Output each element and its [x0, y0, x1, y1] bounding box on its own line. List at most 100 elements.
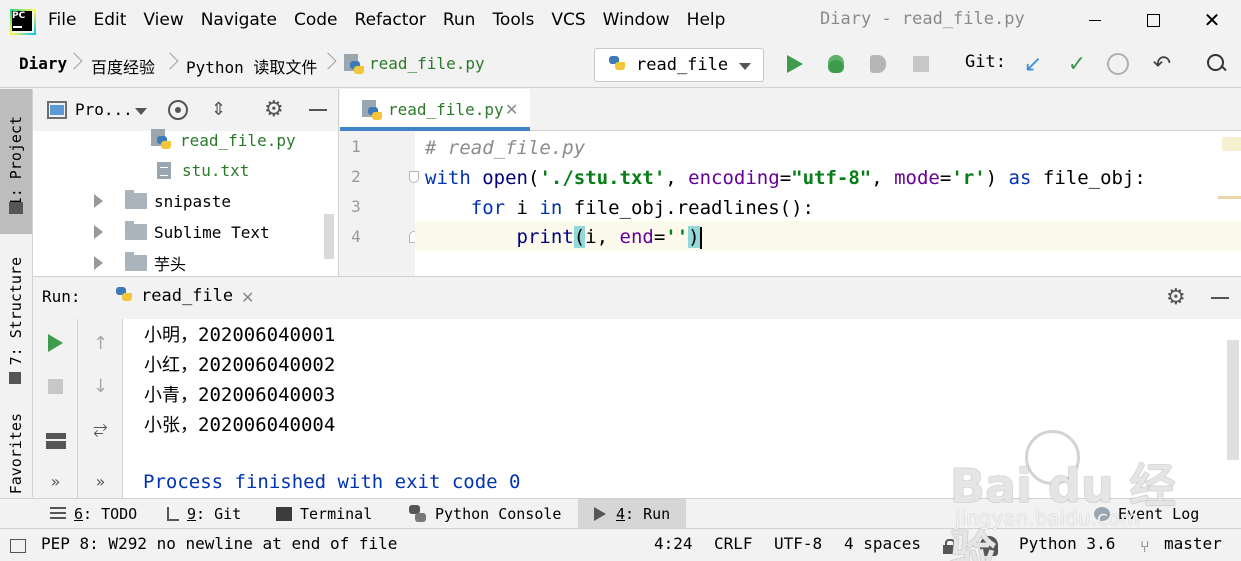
menu-code[interactable]: Code	[294, 10, 338, 30]
folder-icon	[125, 252, 147, 271]
breadcrumb-python-folder[interactable]: Python 读取文件	[186, 54, 317, 78]
output-line: 小张，202006040004	[144, 411, 335, 437]
menu-run[interactable]: Run	[443, 10, 476, 30]
rerun-icon[interactable]	[33, 327, 78, 359]
inspection-marker[interactable]	[1222, 137, 1241, 151]
close-icon[interactable]: ✕	[1200, 8, 1224, 32]
python-icon	[607, 56, 627, 78]
arrow-down-icon[interactable]: ↓	[78, 370, 123, 402]
git-branch[interactable]: master	[1164, 534, 1222, 553]
code-line-1[interactable]: # read_file.py	[425, 133, 585, 163]
layout-icon[interactable]	[33, 425, 78, 457]
tool-tab-todo[interactable]: 6: TODO	[46, 499, 141, 529]
run-icon[interactable]	[784, 53, 806, 75]
tool-tab-git[interactable]: 9: Git	[163, 499, 245, 529]
tool-tab-python-console[interactable]: Python Console	[405, 499, 565, 529]
minimize-icon[interactable]	[1083, 8, 1107, 32]
lock-icon[interactable]	[941, 538, 957, 554]
menu-view[interactable]: View	[143, 10, 183, 30]
debug-icon[interactable]	[825, 53, 847, 75]
maximize-icon[interactable]	[1141, 8, 1165, 32]
menu-vcs[interactable]: VCS	[551, 10, 585, 30]
breadcrumb-file[interactable]: read_file.py	[369, 54, 485, 73]
stop-icon[interactable]	[33, 370, 78, 402]
breadcrumb-baidu[interactable]: 百度经验	[91, 54, 155, 78]
tree-item-read-file[interactable]: read_file.py	[151, 126, 296, 154]
error-stripe-marker[interactable]	[1218, 196, 1241, 199]
tool-tab-project[interactable]: 1: Project	[0, 89, 32, 234]
menu-navigate[interactable]: Navigate	[201, 10, 277, 30]
collapse-all-icon[interactable]: ⇕	[211, 99, 226, 120]
output-name: 小青	[144, 385, 180, 406]
gear-icon[interactable]: ⚙	[264, 97, 284, 122]
status-message[interactable]: PEP 8: W292 no newline at end of file	[41, 534, 397, 553]
tool-tab-label: : Git	[196, 505, 242, 523]
editor-tab-read-file[interactable]: read_file.py ✕	[340, 89, 530, 131]
caret-position[interactable]: 4:24	[654, 534, 693, 553]
tree-item-snipaste[interactable]: snipaste	[94, 187, 231, 215]
git-history-icon[interactable]	[1107, 53, 1129, 75]
status-bar: PEP 8: W292 no newline at end of file 4:…	[0, 528, 1241, 561]
tool-tab-event-log[interactable]: Event Log	[1090, 499, 1203, 529]
soft-wrap-icon[interactable]: ⥂	[78, 412, 123, 444]
expand-arrow-icon[interactable]	[94, 256, 103, 270]
tool-tab-favorites[interactable]: Favorites	[0, 409, 32, 499]
git-update-icon[interactable]: ↙	[1022, 52, 1044, 77]
stop-icon[interactable]	[910, 53, 932, 75]
menu-window[interactable]: Window	[603, 10, 670, 30]
code-line-2[interactable]: with open('./stu.txt', encoding="utf-8",…	[425, 163, 1146, 193]
menu-tools[interactable]: Tools	[492, 10, 534, 30]
chevron-down-icon[interactable]	[135, 108, 147, 115]
expand-arrow-icon[interactable]	[94, 225, 103, 239]
close-tab-icon[interactable]: ✕	[241, 288, 254, 307]
inspector-icon[interactable]	[980, 536, 998, 556]
tool-tab-terminal[interactable]: Terminal	[272, 499, 376, 529]
search-icon[interactable]	[1205, 53, 1227, 75]
tool-tab-structure[interactable]: 7: Structure	[0, 239, 32, 384]
menu-refactor[interactable]: Refactor	[355, 10, 426, 30]
run-tab-read-file[interactable]: read_file ✕	[103, 277, 263, 319]
window-title: Diary - read_file.py	[820, 9, 1025, 29]
indent-setting[interactable]: 4 spaces	[844, 534, 921, 553]
menu-edit[interactable]: Edit	[93, 10, 126, 30]
tree-item-yutou[interactable]: 芋头	[94, 249, 186, 276]
tool-tab-label: Terminal	[300, 505, 373, 523]
arrow-up-icon[interactable]: ↑	[78, 327, 123, 359]
message-icon[interactable]	[10, 539, 26, 553]
code-line-4[interactable]: print(i, end='')	[425, 222, 702, 252]
fold-marker-icon[interactable]	[409, 171, 419, 183]
git-rollback-icon[interactable]: ↶	[1151, 52, 1173, 77]
menu-help[interactable]: Help	[687, 10, 726, 30]
breadcrumb-diary[interactable]: Diary	[19, 54, 67, 73]
hide-panel-icon[interactable]	[1211, 297, 1229, 299]
code-token: =	[779, 167, 792, 189]
logo-text: PC	[12, 11, 26, 21]
coverage-icon[interactable]	[867, 53, 889, 75]
python-interpreter[interactable]: Python 3.6	[1019, 534, 1115, 553]
tree-item-sublime-text[interactable]: Sublime Text	[94, 218, 270, 246]
menu-bar: PC File Edit View Navigate Code Refactor…	[0, 0, 1241, 40]
python-file-icon	[362, 100, 382, 122]
expand-arrow-icon[interactable]	[94, 194, 103, 208]
hide-panel-icon[interactable]	[309, 109, 327, 111]
menu-file[interactable]: File	[48, 10, 76, 30]
chevron-right-icon	[322, 51, 332, 73]
more-icon[interactable]: »	[78, 465, 123, 497]
gear-icon[interactable]: ⚙	[1166, 285, 1186, 310]
close-tab-icon[interactable]: ✕	[505, 100, 518, 119]
line-separator[interactable]: CRLF	[714, 534, 753, 553]
locate-icon[interactable]	[168, 100, 188, 120]
project-view-select[interactable]: Pro...	[75, 100, 133, 119]
tool-tab-run[interactable]: 4: Run	[578, 499, 686, 529]
run-configuration-select[interactable]: read_file	[594, 48, 764, 82]
tree-item-stu-txt[interactable]: stu.txt	[157, 156, 249, 184]
more-icon[interactable]: »	[33, 465, 78, 497]
tree-scrollbar[interactable]	[324, 214, 334, 259]
file-encoding[interactable]: UTF-8	[774, 534, 822, 553]
console-output[interactable]: 小明，202006040001 小红，202006040002 小青，20200…	[124, 319, 1224, 499]
editor-tab-bar: read_file.py ✕	[340, 89, 1241, 131]
console-scrollbar[interactable]	[1227, 340, 1239, 460]
code-line-3[interactable]: for i in file_obj.readlines():	[425, 193, 814, 223]
text-file-icon	[157, 161, 171, 179]
git-commit-icon[interactable]: ✓	[1066, 52, 1088, 77]
